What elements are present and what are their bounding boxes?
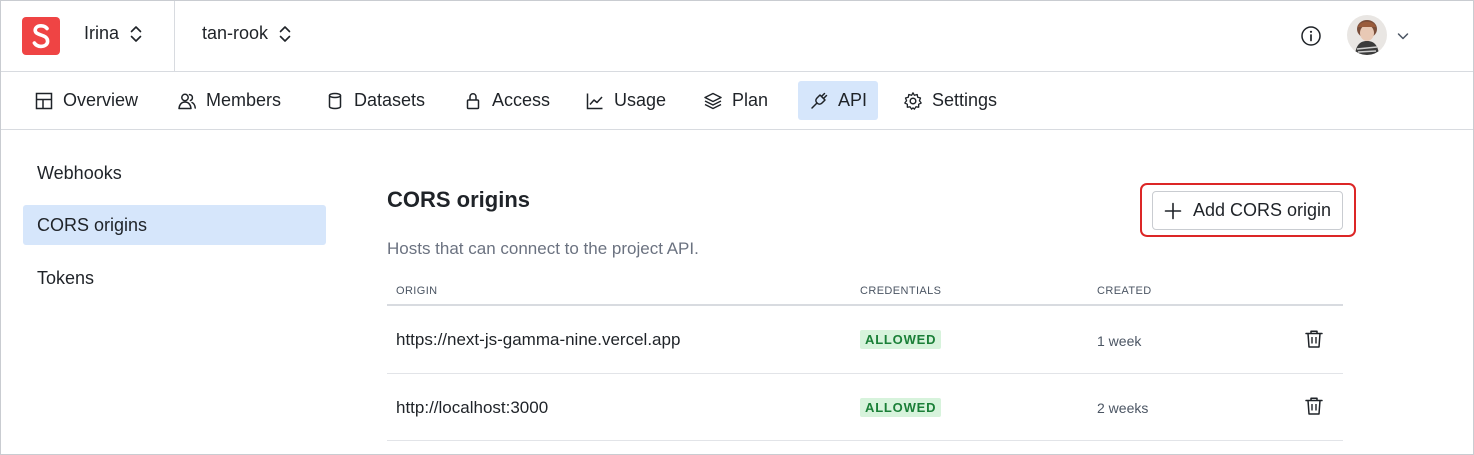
tab-access[interactable]: Access [452,81,561,120]
sidebar-item-webhooks[interactable]: Webhooks [23,153,326,193]
created-cell: 2 weeks [1097,400,1149,416]
logo-s-icon [32,23,50,49]
sidebar-item-label: Webhooks [37,162,122,183]
chevron-up-down-icon [130,25,142,42]
tab-datasets[interactable]: Datasets [314,81,436,120]
add-cors-origin-button[interactable]: Add CORS origin [1152,191,1343,230]
created-cell: 1 week [1097,333,1142,349]
layout-grid-icon [35,92,53,109]
chevron-down-icon[interactable] [1395,28,1411,44]
sidebar-item-tokens[interactable]: Tokens [23,258,326,298]
tab-label: API [838,90,868,110]
lock-icon [466,92,480,109]
column-header-origin[interactable]: ORIGIN [396,285,438,297]
add-button-label: Add CORS origin [1193,200,1332,220]
trash-icon[interactable] [1303,395,1325,417]
tab-settings[interactable]: Settings [892,81,1008,120]
page-subtitle: Hosts that can connect to the project AP… [387,239,699,258]
tab-members[interactable]: Members [166,81,292,120]
trash-icon[interactable] [1303,328,1325,350]
header-divider [174,1,175,72]
chevron-up-down-icon [279,25,291,42]
tab-label: Overview [63,90,139,110]
tab-label: Plan [732,90,769,110]
row-divider [387,373,1343,374]
sidebar-item-label: CORS origins [37,214,148,235]
tab-label: Members [206,90,282,110]
org-switcher[interactable]: Irina [84,23,143,44]
tab-usage[interactable]: Usage [574,81,677,120]
origin-cell: http://localhost:3000 [396,398,549,417]
database-icon [328,92,342,109]
top-bar: Irina tan-rook [1,1,1473,72]
chart-line-icon [586,93,603,109]
avatar[interactable] [1347,15,1387,55]
info-icon[interactable] [1299,24,1323,48]
layers-icon [704,92,722,109]
tab-overview[interactable]: Overview [23,81,149,120]
user-avatar-icon [1347,15,1387,55]
tab-label: Settings [932,90,998,110]
tab-api[interactable]: API [798,81,879,120]
tab-label: Datasets [354,90,426,110]
org-name: Irina [84,23,120,43]
table-header-divider [387,304,1343,306]
users-icon [178,93,196,109]
sidebar-item-label: Tokens [37,267,95,288]
column-header-created[interactable]: CREATED [1097,285,1152,297]
tab-label: Usage [614,90,667,110]
plug-icon [811,92,828,109]
origin-cell: https://next-js-gamma-nine.vercel.app [396,330,681,349]
column-header-credentials[interactable]: CREDENTIALS [860,285,941,297]
credentials-badge: ALLOWED [860,330,942,349]
row-divider [387,440,1343,441]
tab-label: Access [492,90,551,110]
project-name: tan-rook [202,23,269,43]
sidebar-item-cors-origins[interactable]: CORS origins [23,205,326,245]
plus-icon [1164,202,1182,219]
project-switcher[interactable]: tan-rook [202,23,292,44]
page-title: CORS origins [387,187,531,212]
credentials-badge: ALLOWED [860,398,942,417]
app-window: Irina tan-rook Overview Members Datasets… [0,0,1474,455]
app-logo[interactable] [22,17,60,55]
tab-nav: Overview Members Datasets Access Usage P… [1,73,1473,130]
tab-plan[interactable]: Plan [692,81,779,120]
gear-icon [904,91,922,110]
